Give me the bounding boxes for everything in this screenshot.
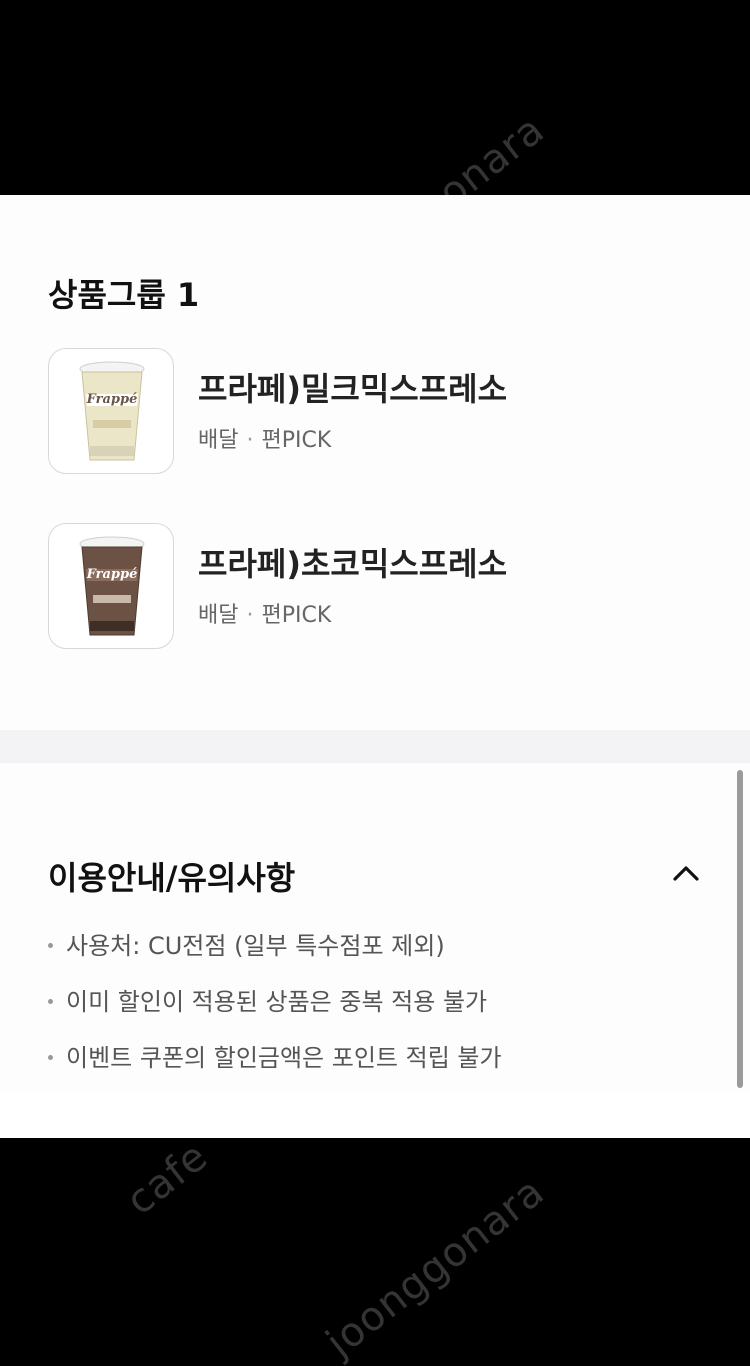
meta-separator: ·	[246, 428, 254, 453]
meta-separator: ·	[246, 603, 254, 628]
bullet-icon	[48, 1055, 53, 1060]
list-item: 이미 할인이 적용된 상품은 중복 적용 불가	[48, 984, 502, 1040]
section-divider	[0, 730, 750, 763]
pick-label: 편PICK	[261, 603, 332, 628]
watermark-bottom: joonggonara	[318, 1168, 554, 1366]
chevron-up-icon	[673, 866, 699, 881]
product-thumbnail: Frappé	[48, 348, 174, 474]
usage-notice-section: 이용안내/유의사항 사용처: CU전점 (일부 특수점포 제외) 이미 할인이 …	[0, 763, 750, 1093]
notice-text: 사용처: CU전점 (일부 특수점포 제외)	[66, 932, 445, 960]
coupon-detail-panel: 상품그룹 1 Frappé 프라페)밀크믹스프레소 배달 · 편PICK Fra…	[0, 195, 750, 1138]
product-group-section: 상품그룹 1 Frappé 프라페)밀크믹스프레소 배달 · 편PICK Fra…	[0, 195, 750, 730]
product-name: 프라페)밀크믹스프레소	[198, 370, 508, 408]
watermark-bottom-left: cafe	[118, 1133, 217, 1225]
delivery-label: 배달	[198, 603, 239, 628]
collapse-toggle-button[interactable]	[670, 859, 702, 887]
notice-text: 이벤트 쿠폰의 할인금액은 포인트 적립 불가	[66, 1044, 502, 1072]
cup-label: Frappé	[86, 567, 138, 582]
usage-notice-list: 사용처: CU전점 (일부 특수점포 제외) 이미 할인이 적용된 상품은 중복…	[48, 928, 502, 1096]
frappe-choco-cup-icon: Frappé	[79, 536, 145, 636]
product-meta: 배달 · 편PICK	[198, 422, 331, 454]
pick-label: 편PICK	[261, 428, 332, 453]
product-thumbnail: Frappé	[48, 523, 174, 649]
cup-label: Frappé	[86, 392, 138, 407]
usage-notice-title: 이용안내/유의사항	[48, 859, 296, 897]
product-name: 프라페)초코믹스프레소	[198, 545, 508, 583]
delivery-label: 배달	[198, 428, 239, 453]
frappe-milk-cup-icon: Frappé	[79, 361, 145, 461]
notice-text: 이미 할인이 적용된 상품은 중복 적용 불가	[66, 988, 488, 1016]
bullet-icon	[48, 999, 53, 1004]
list-item: 이벤트 쿠폰의 할인금액은 포인트 적립 불가	[48, 1040, 502, 1096]
product-item[interactable]: Frappé 프라페)밀크믹스프레소 배달 · 편PICK	[48, 348, 708, 476]
scrollbar[interactable]	[737, 770, 743, 1088]
list-item: 사용처: CU전점 (일부 특수점포 제외)	[48, 928, 502, 984]
product-group-title: 상품그룹 1	[48, 276, 200, 314]
bullet-icon	[48, 943, 53, 948]
product-meta: 배달 · 편PICK	[198, 597, 331, 629]
product-item[interactable]: Frappé 프라페)초코믹스프레소 배달 · 편PICK	[48, 523, 708, 651]
